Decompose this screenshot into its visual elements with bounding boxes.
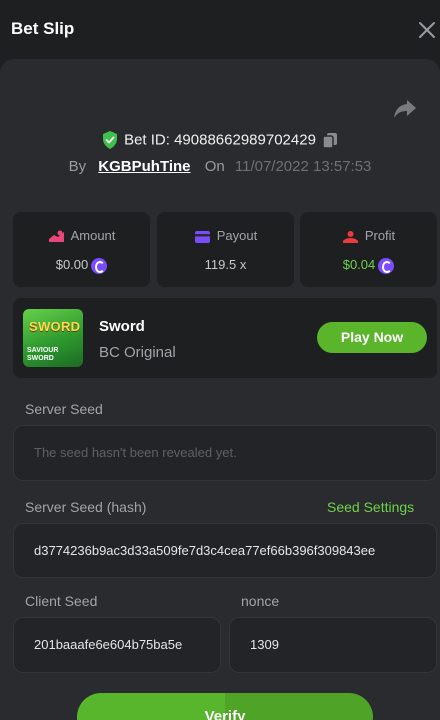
bet-id: 49088662989702429 [174, 131, 316, 149]
client-seed-label: Client Seed [25, 593, 98, 609]
profit-value: $0.04 [342, 257, 376, 272]
header: Bet Slip [0, 0, 440, 59]
by-label: By [68, 158, 87, 175]
payout-label: Payout [216, 228, 258, 243]
game-thumbnail[interactable]: SWORD SAVIOUR SWORD [23, 309, 83, 367]
coin-icon [91, 257, 108, 274]
server-seed-field[interactable]: The seed hasn't been revealed yet. [13, 425, 437, 481]
copy-icon[interactable] [322, 132, 338, 149]
client-seed-field[interactable]: 201baaafe6e604b75ba5e [13, 617, 221, 673]
page-title: Bet Slip [11, 19, 75, 38]
nonce-field[interactable]: 1309 [229, 617, 437, 673]
bet-id-row: Bet ID: 49088662989702429 [0, 131, 440, 150]
payout-value: 119.5 x [204, 257, 247, 272]
thumbnail-subtitle-2: SWORD [27, 355, 54, 362]
server-seed-label: Server Seed [25, 401, 103, 417]
amount-value: $0.00 [55, 257, 89, 272]
payout-icon [194, 230, 210, 243]
thumbnail-title: SWORD [29, 319, 81, 334]
game-card: SWORD SAVIOUR SWORD Sword BC Original Pla… [13, 298, 437, 378]
bet-date: 11/07/2022 13:57:53 [234, 158, 372, 175]
share-icon[interactable] [392, 97, 418, 121]
close-icon[interactable] [416, 19, 438, 41]
coin-icon [378, 257, 395, 274]
username-link[interactable]: KGBPuhTine [98, 158, 190, 175]
server-hash-label: Server Seed (hash) [25, 499, 147, 515]
thumbnail-subtitle: SAVIOUR [27, 347, 59, 354]
server-hash-field[interactable]: d3774236b9ac3d33a509fe7d3c4cea77ef66b396… [13, 523, 437, 578]
amount-label: Amount [70, 228, 116, 243]
play-now-button[interactable]: Play Now [317, 322, 427, 353]
verified-shield-icon [103, 131, 118, 150]
amount-card: Amount $0.00 [13, 212, 150, 287]
on-label: On [204, 158, 225, 175]
nonce-label: nonce [241, 593, 280, 609]
payout-card: Payout 119.5 x [157, 212, 294, 287]
profit-card: Profit $0.04 [300, 212, 437, 287]
bet-id-label: Bet ID: [124, 131, 170, 149]
profit-icon [342, 230, 358, 243]
bet-slip-panel: Bet ID: 49088662989702429 By KGBPuhTine … [0, 59, 440, 720]
seed-settings-link[interactable]: Seed Settings [327, 499, 414, 515]
game-name: Sword [99, 318, 145, 335]
profit-label: Profit [364, 228, 396, 243]
amount-icon [48, 230, 64, 242]
verify-button[interactable]: Verify [77, 693, 373, 720]
bet-meta-row: By KGBPuhTine On 11/07/2022 13:57:53 [0, 158, 440, 175]
game-provider: BC Original [99, 344, 176, 361]
